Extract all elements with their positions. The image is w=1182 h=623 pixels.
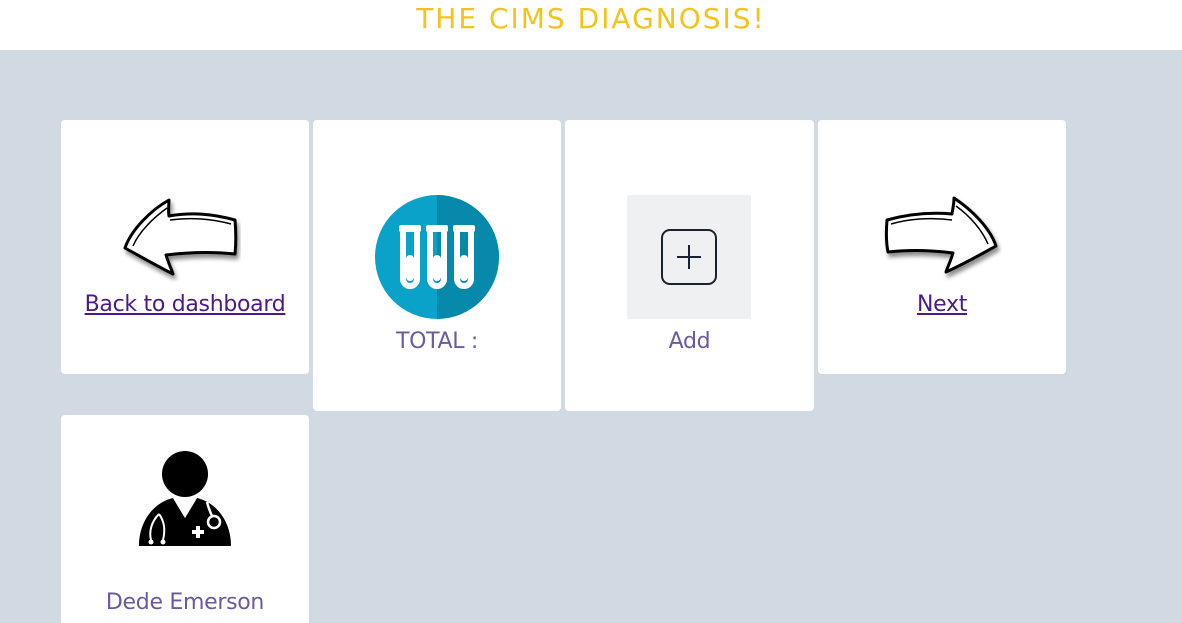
next-card[interactable]: Next (818, 120, 1066, 374)
doctor-icon (139, 451, 231, 546)
doctor-card[interactable]: Dede Emerson (61, 415, 309, 623)
plus-square-icon (661, 229, 717, 285)
page-title: THE CIMS DIAGNOSIS! (416, 1, 766, 35)
back-to-dashboard-link[interactable]: Back to dashboard (61, 292, 309, 317)
add-card[interactable]: Add (565, 120, 814, 411)
doctor-name: Dede Emerson (105, 590, 265, 615)
add-button[interactable] (627, 195, 751, 319)
back-card[interactable]: Back to dashboard (61, 120, 309, 374)
arrow-left-icon[interactable] (121, 192, 241, 282)
test-tubes-icon (375, 195, 499, 319)
arrow-right-icon[interactable] (882, 192, 1002, 282)
total-label: TOTAL : (395, 329, 479, 354)
total-card: TOTAL : (313, 120, 561, 411)
add-label[interactable]: Add (565, 329, 814, 354)
next-link[interactable]: Next (818, 292, 1066, 317)
page-header: THE CIMS DIAGNOSIS! (0, 0, 1182, 50)
